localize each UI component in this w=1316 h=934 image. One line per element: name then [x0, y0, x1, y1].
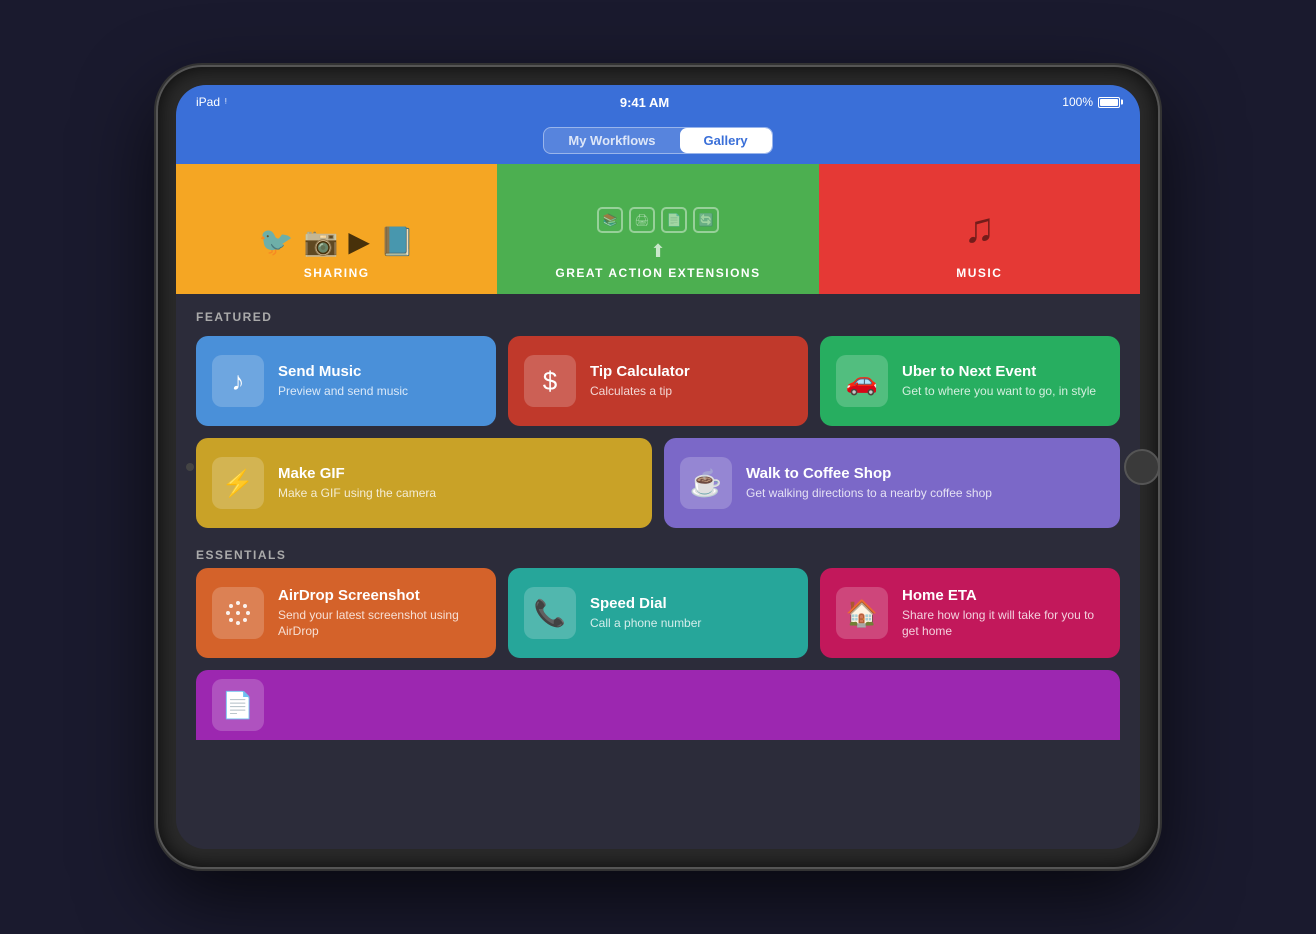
home-eta-title: Home ETA: [902, 587, 1104, 604]
nav-bar: My Workflows Gallery: [176, 119, 1140, 164]
home-eta-desc: Share how long it will take for you to g…: [902, 608, 1104, 639]
ext-icon-4: 🔄: [693, 207, 719, 233]
speed-dial-title: Speed Dial: [590, 595, 792, 612]
battery-percentage: 100%: [1062, 95, 1093, 109]
featured-cards-row2: ⚡ Make GIF Make a GIF using the camera ☕…: [196, 438, 1120, 528]
speed-dial-text: Speed Dial Call a phone number: [590, 595, 792, 632]
essentials-cards-row1: AirDrop Screenshot Send your latest scre…: [196, 568, 1120, 658]
extensions-label: GREAT ACTION EXTENSIONS: [555, 266, 760, 280]
music-label: MUSIC: [956, 266, 1002, 280]
device-frame: iPad ᵎ 9:41 AM 100% My Workflows Gallery: [158, 67, 1158, 867]
card-airdrop-screenshot[interactable]: AirDrop Screenshot Send your latest scre…: [196, 568, 496, 658]
airdrop-screenshot-title: AirDrop Screenshot: [278, 587, 480, 604]
featured-section-title: FEATURED: [196, 310, 1120, 324]
uber-next-event-title: Uber to Next Event: [902, 363, 1104, 380]
make-gif-text: Make GIF Make a GIF using the camera: [278, 465, 636, 502]
banner-sharing[interactable]: 🐦 📷 ▶ 📘 SHARING: [176, 164, 497, 294]
tip-calculator-text: Tip Calculator Calculates a tip: [590, 363, 792, 400]
uber-icon: 🚗: [836, 355, 888, 407]
walk-coffee-desc: Get walking directions to a nearby coffe…: [746, 486, 1104, 502]
status-bar: iPad ᵎ 9:41 AM 100%: [176, 85, 1140, 119]
music-icons: ♫: [964, 204, 996, 258]
status-bar-left: iPad ᵎ: [196, 95, 227, 109]
device-label: iPad: [196, 95, 220, 109]
airdrop-icon: [212, 587, 264, 639]
walk-coffee-text: Walk to Coffee Shop Get walking directio…: [746, 465, 1104, 502]
make-gif-icon: ⚡: [212, 457, 264, 509]
home-button[interactable]: [1124, 449, 1160, 485]
instagram-icon: 📷: [303, 225, 338, 258]
uber-next-event-text: Uber to Next Event Get to where you want…: [902, 363, 1104, 400]
partial-card-icon: 📄: [212, 679, 264, 731]
status-bar-right: 100%: [1062, 95, 1120, 109]
ext-icon-3: 📄: [661, 207, 687, 233]
send-music-icon: ♪: [212, 355, 264, 407]
airdrop-screenshot-text: AirDrop Screenshot Send your latest scre…: [278, 587, 480, 639]
uber-next-event-desc: Get to where you want to go, in style: [902, 384, 1104, 400]
facebook-icon: 📘: [380, 225, 415, 258]
make-gif-title: Make GIF: [278, 465, 636, 482]
tab-gallery[interactable]: Gallery: [680, 128, 772, 153]
banner-music[interactable]: ♫ MUSIC: [819, 164, 1140, 294]
ext-icon-1: 📚: [597, 207, 623, 233]
send-music-title: Send Music: [278, 363, 480, 380]
share-arrow-icon: ⬆: [650, 241, 665, 262]
home-eta-text: Home ETA Share how long it will take for…: [902, 587, 1104, 639]
card-partial[interactable]: 📄: [196, 670, 1120, 740]
tab-switcher: My Workflows Gallery: [543, 127, 772, 154]
wifi-icon: ᵎ: [225, 96, 227, 108]
device-screen: iPad ᵎ 9:41 AM 100% My Workflows Gallery: [176, 85, 1140, 849]
essentials-section-title: ESSENTIALS: [196, 548, 1120, 562]
music-note-icon: ♫: [964, 204, 996, 252]
battery-body: [1098, 97, 1120, 108]
card-speed-dial[interactable]: 📞 Speed Dial Call a phone number: [508, 568, 808, 658]
battery-bar: [1098, 97, 1120, 108]
twitter-icon: 🐦: [259, 225, 294, 258]
front-camera: [186, 463, 194, 471]
speed-dial-icon: 📞: [524, 587, 576, 639]
tip-calculator-desc: Calculates a tip: [590, 384, 792, 400]
card-home-eta[interactable]: 🏠 Home ETA Share how long it will take f…: [820, 568, 1120, 658]
youtube-icon: ▶: [348, 225, 370, 258]
card-tip-calculator[interactable]: $ Tip Calculator Calculates a tip: [508, 336, 808, 426]
extensions-icons: 📚 🖨 📄 🔄: [597, 207, 719, 233]
airdrop-screenshot-desc: Send your latest screenshot using AirDro…: [278, 608, 480, 639]
ext-icon-2: 🖨: [629, 207, 655, 233]
card-uber-next-event[interactable]: 🚗 Uber to Next Event Get to where you wa…: [820, 336, 1120, 426]
sharing-icons: 🐦 📷 ▶ 📘: [259, 225, 415, 258]
home-eta-icon: 🏠: [836, 587, 888, 639]
tab-my-workflows[interactable]: My Workflows: [544, 128, 679, 153]
send-music-text: Send Music Preview and send music: [278, 363, 480, 400]
banner-area: 🐦 📷 ▶ 📘 SHARING 📚 🖨 📄 🔄 ⬆ GREAT ACTION E…: [176, 164, 1140, 294]
battery-fill: [1100, 99, 1118, 106]
tip-calculator-title: Tip Calculator: [590, 363, 792, 380]
walk-coffee-icon: ☕: [680, 457, 732, 509]
card-make-gif[interactable]: ⚡ Make GIF Make a GIF using the camera: [196, 438, 652, 528]
status-time: 9:41 AM: [620, 95, 669, 110]
sharing-label: SHARING: [304, 266, 370, 280]
main-content: FEATURED ♪ Send Music Preview and send m…: [176, 294, 1140, 849]
speed-dial-desc: Call a phone number: [590, 616, 792, 632]
card-walk-coffee[interactable]: ☕ Walk to Coffee Shop Get walking direct…: [664, 438, 1120, 528]
make-gif-desc: Make a GIF using the camera: [278, 486, 636, 502]
card-send-music[interactable]: ♪ Send Music Preview and send music: [196, 336, 496, 426]
featured-cards-row1: ♪ Send Music Preview and send music $ Ti…: [196, 336, 1120, 426]
tip-calculator-icon: $: [524, 355, 576, 407]
send-music-desc: Preview and send music: [278, 384, 480, 400]
banner-extensions[interactable]: 📚 🖨 📄 🔄 ⬆ GREAT ACTION EXTENSIONS: [497, 164, 818, 294]
walk-coffee-title: Walk to Coffee Shop: [746, 465, 1104, 482]
